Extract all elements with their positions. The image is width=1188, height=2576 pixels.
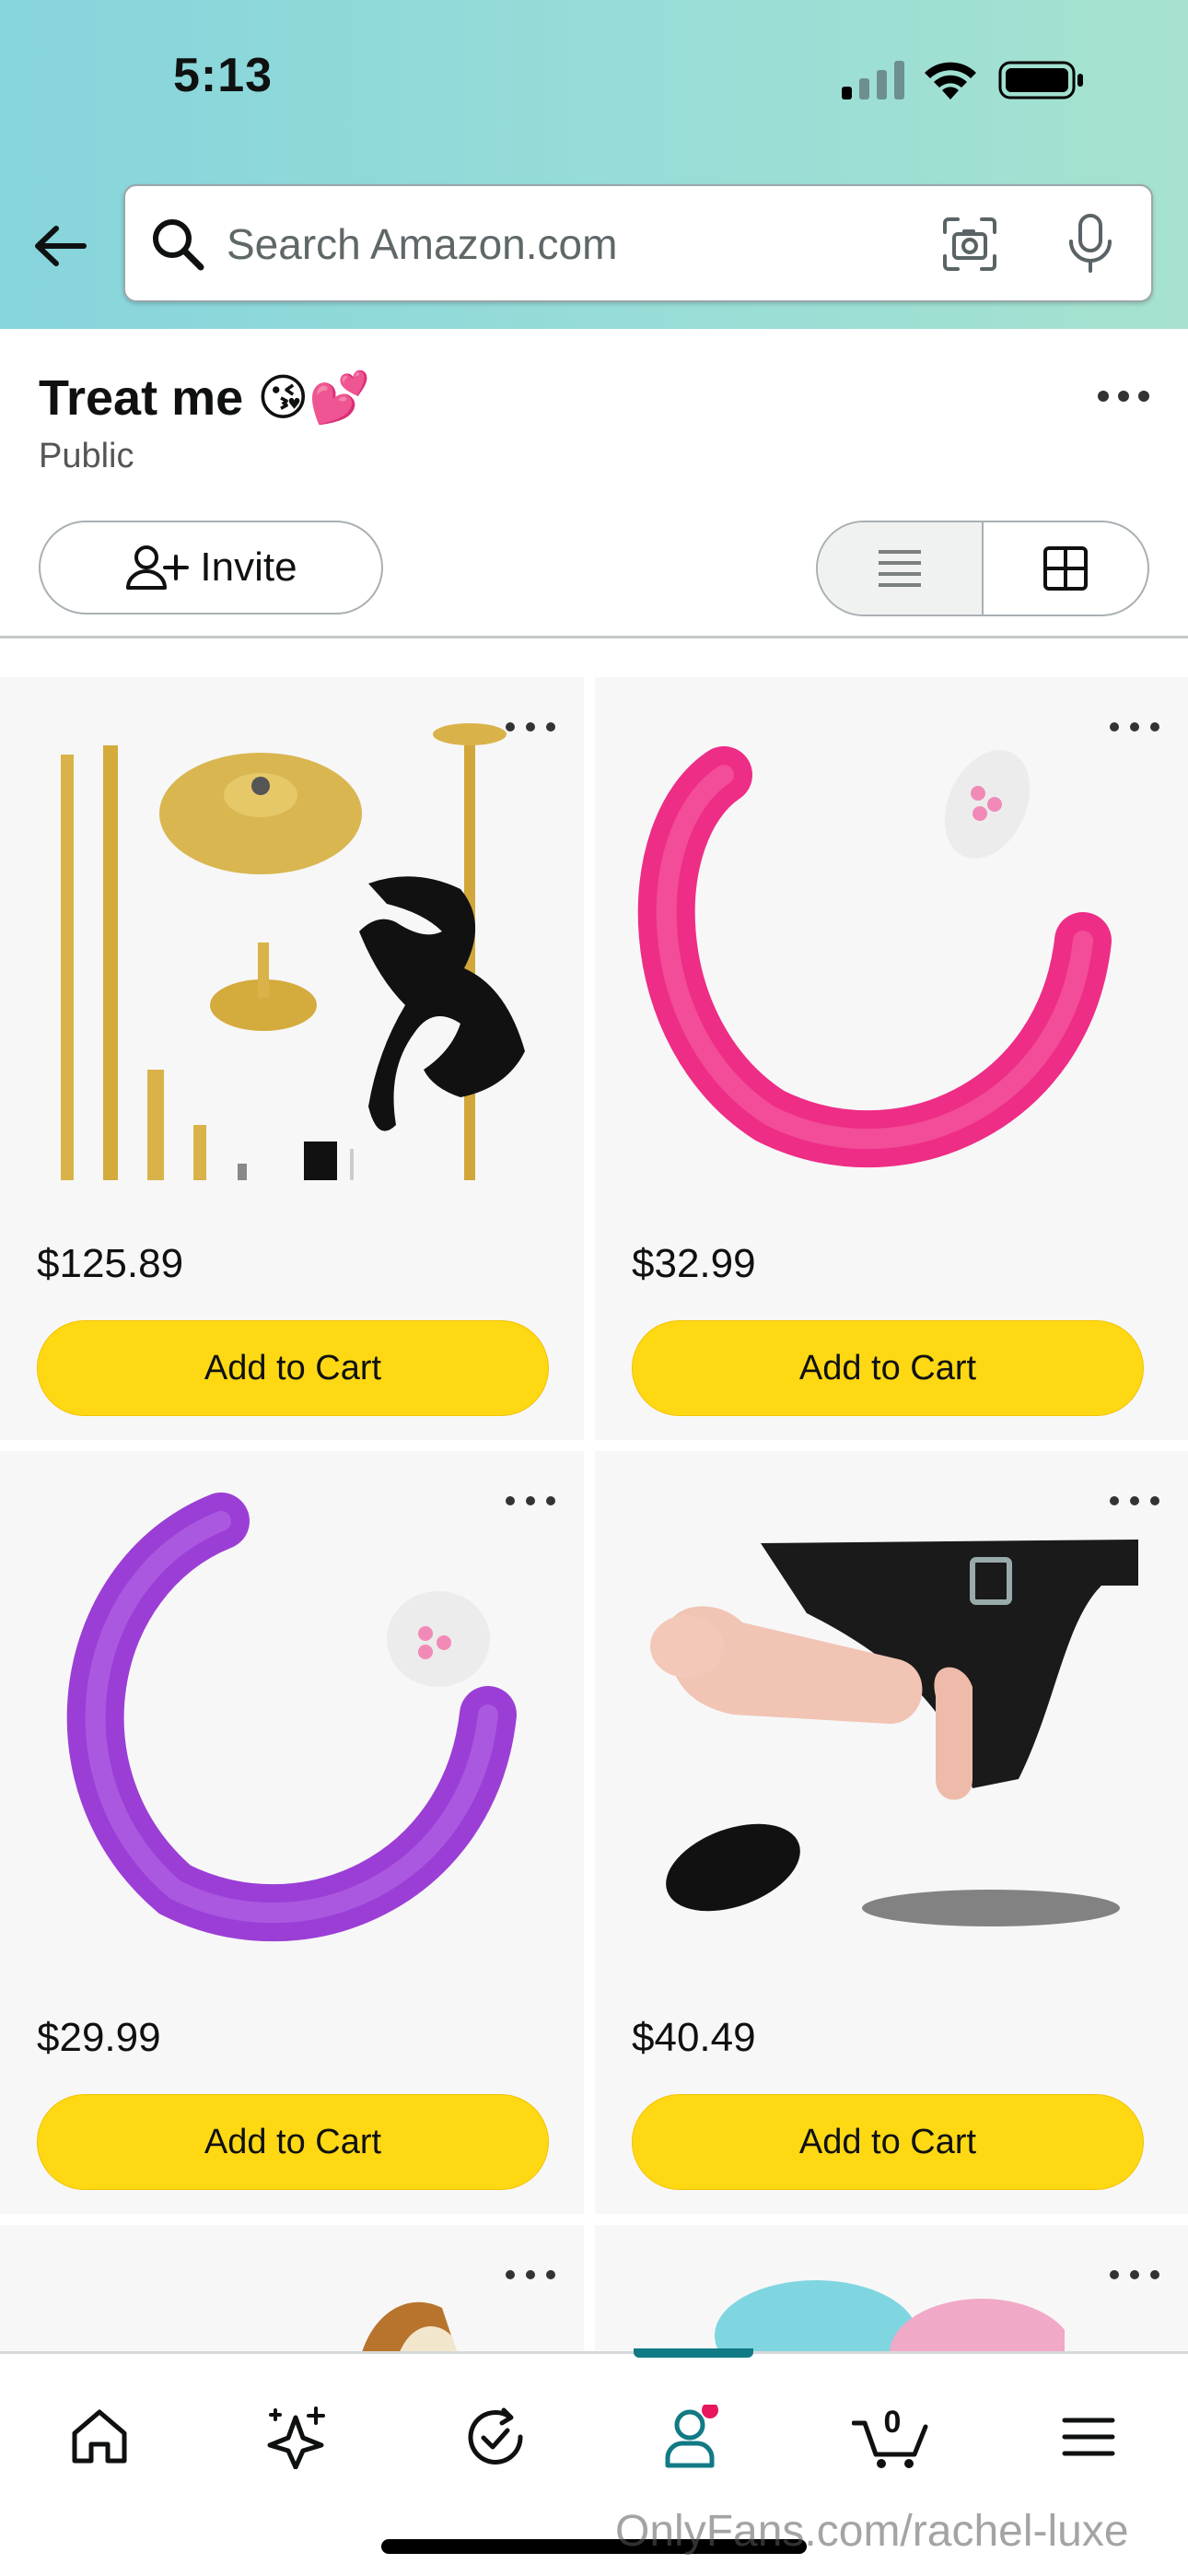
add-to-cart-button[interactable]: Add to Cart	[37, 2094, 549, 2190]
active-tab-indicator	[634, 2348, 753, 2358]
list-view-icon	[879, 550, 921, 587]
nav-home[interactable]	[53, 2391, 146, 2483]
account-icon	[665, 2405, 718, 2468]
deals-icon	[468, 2407, 523, 2465]
add-person-icon	[126, 545, 190, 590]
add-to-cart-button[interactable]: Add to Cart	[632, 1320, 1144, 1416]
product-image[interactable]	[28, 701, 562, 1180]
cart-icon: 0	[852, 2405, 928, 2468]
back-arrow-icon	[35, 226, 87, 266]
product-card[interactable]: $125.89 Add to Cart	[0, 677, 584, 1440]
product-image[interactable]	[28, 1475, 562, 1954]
nav-menu[interactable]	[1042, 2391, 1135, 2483]
product-price: $32.99	[632, 1241, 756, 1286]
list-visibility: Public	[39, 437, 134, 475]
cellular-signal-icon	[842, 61, 904, 100]
wifi-icon	[925, 62, 976, 100]
more-options-icon[interactable]	[1105, 2266, 1164, 2284]
camera-lens-icon[interactable]	[941, 216, 998, 273]
add-to-cart-button[interactable]: Add to Cart	[632, 2094, 1144, 2190]
product-card[interactable]: $40.49 Add to Cart	[595, 1451, 1188, 2214]
more-options-icon[interactable]	[501, 2266, 560, 2284]
invite-button[interactable]: Invite	[39, 521, 383, 615]
product-image[interactable]	[623, 701, 1157, 1180]
product-card[interactable]: $32.99 Add to Cart	[595, 677, 1188, 1440]
product-image[interactable]	[715, 2262, 1065, 2354]
nav-account[interactable]	[646, 2391, 739, 2483]
list-title: Treat me 😘💕	[39, 370, 371, 426]
home-icon	[72, 2409, 127, 2464]
more-options-icon[interactable]	[1094, 385, 1153, 407]
search-input[interactable]	[227, 205, 1009, 284]
product-card[interactable]: $29.99 Add to Cart	[0, 1451, 584, 2214]
product-image[interactable]	[623, 1475, 1157, 1954]
view-toggle	[816, 521, 1149, 616]
invite-label: Invite	[200, 544, 297, 590]
status-time: 5:13	[173, 49, 274, 102]
microphone-icon[interactable]	[1063, 212, 1118, 275]
app-header: 5:13	[0, 0, 1188, 329]
menu-icon	[1062, 2418, 1115, 2456]
grid-view-button[interactable]	[984, 522, 1147, 615]
rufus-icon	[267, 2406, 325, 2469]
nav-buy-again[interactable]	[449, 2391, 542, 2483]
add-to-cart-button[interactable]: Add to Cart	[37, 1320, 549, 1416]
product-card[interactable]	[595, 2225, 1188, 2354]
product-image[interactable]	[341, 2280, 488, 2354]
nav-cart[interactable]: 0	[845, 2391, 938, 2483]
product-price: $125.89	[37, 1241, 184, 1286]
back-button[interactable]	[28, 214, 92, 278]
watermark-text: OnlyFans.com/rachel-luxe	[615, 2507, 1129, 2556]
grid-view-icon	[1043, 546, 1088, 591]
search-icon	[153, 219, 204, 271]
header-divider	[0, 636, 1188, 638]
list-view-button[interactable]	[818, 522, 984, 615]
product-card[interactable]	[0, 2225, 584, 2354]
product-price: $29.99	[37, 2015, 161, 2060]
cart-count: 0	[884, 2405, 902, 2440]
search-bar[interactable]	[123, 184, 1153, 302]
battery-icon	[998, 61, 1083, 100]
nav-rufus[interactable]	[250, 2391, 343, 2483]
product-price: $40.49	[632, 2015, 756, 2060]
